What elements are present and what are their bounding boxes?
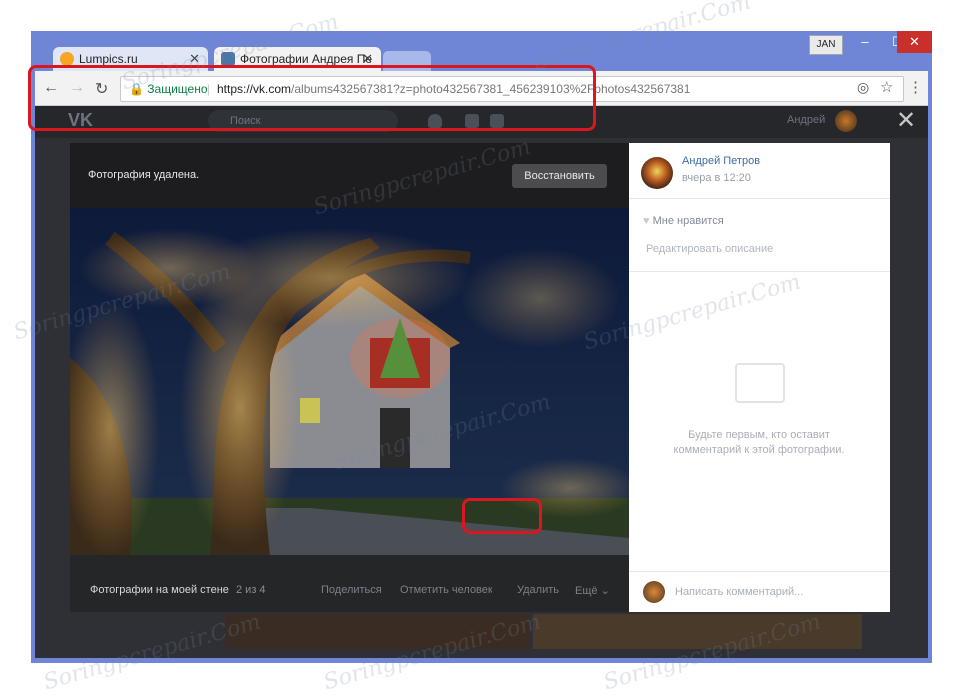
- location-icon[interactable]: ◎: [857, 79, 869, 96]
- avatar[interactable]: [835, 110, 857, 132]
- vk-page: VK Поиск Андрей ✕ Фотография удалена. Во…: [35, 106, 928, 658]
- divider: [629, 198, 890, 199]
- menu-icon[interactable]: ⋮: [908, 78, 923, 96]
- more-menu[interactable]: Ещё ⌄: [575, 584, 610, 597]
- photo-image[interactable]: [70, 208, 629, 555]
- restore-button[interactable]: Восстановить: [512, 164, 607, 188]
- highlight-box: [462, 498, 542, 534]
- divider: [629, 271, 890, 272]
- photo-counter: 2 из 4: [236, 584, 266, 596]
- highlight-box: [28, 65, 596, 131]
- author-name[interactable]: Андрей Петров: [682, 155, 760, 167]
- avatar: [643, 581, 665, 603]
- minimize-icon[interactable]: –: [849, 31, 881, 53]
- deleted-message: Фотография удалена.: [88, 169, 200, 181]
- lumpics-favicon-icon: [60, 52, 74, 66]
- like-button[interactable]: ♥ Мне нравится: [643, 215, 724, 227]
- share-button[interactable]: Поделиться: [321, 584, 382, 596]
- more-label: Ещё: [575, 585, 598, 597]
- divider: [629, 571, 890, 572]
- album-title[interactable]: Фотографии на моей стене: [90, 584, 229, 596]
- window-close-icon[interactable]: ✕: [897, 31, 932, 53]
- user-name[interactable]: Андрей: [787, 114, 825, 126]
- side-panel: Андрей Петров вчера в 12:20 ♥ Мне нравит…: [629, 143, 890, 612]
- heart-icon: ♥: [643, 215, 650, 227]
- author-avatar[interactable]: [641, 157, 673, 189]
- photo-viewer: Фотография удалена. Восстановить Фотогра…: [70, 143, 629, 612]
- tab-label: Lumpics.ru: [79, 52, 138, 66]
- photo-footer: Фотографии на моей стене 2 из 4 Поделить…: [70, 555, 629, 612]
- comment-input[interactable]: Написать комментарий...: [675, 586, 803, 598]
- viewer-close-icon[interactable]: ✕: [896, 108, 916, 134]
- post-date[interactable]: вчера в 12:20: [682, 172, 751, 184]
- edit-description-link[interactable]: Редактировать описание: [646, 243, 773, 255]
- bookmark-star-icon[interactable]: ☆: [880, 78, 893, 96]
- profile-badge[interactable]: JAN: [809, 35, 843, 55]
- comments-icon: [735, 363, 785, 403]
- tag-person-button[interactable]: Отметить человека: [400, 584, 492, 596]
- delete-button[interactable]: Удалить: [517, 584, 559, 596]
- like-label: Мне нравится: [652, 215, 724, 227]
- chevron-down-icon: ⌄: [600, 585, 610, 597]
- empty-comments-message: Будьте первым, кто оставит комментарий к…: [673, 429, 845, 456]
